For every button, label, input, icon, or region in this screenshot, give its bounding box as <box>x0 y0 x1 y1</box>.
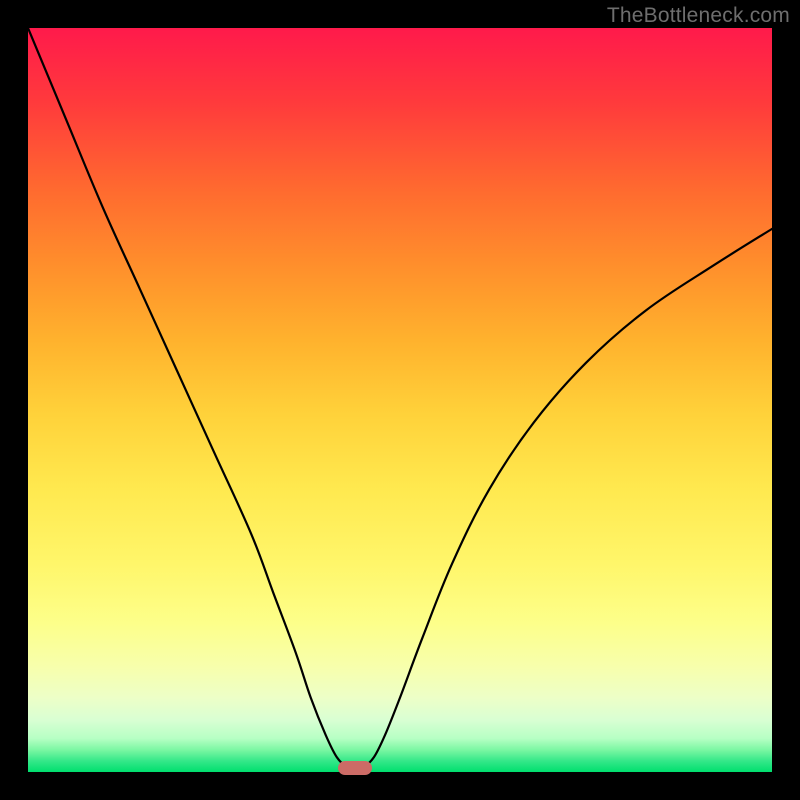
watermark-text: TheBottleneck.com <box>607 4 790 28</box>
plot-area <box>28 28 772 772</box>
curve-svg <box>28 28 772 772</box>
bottleneck-curve-path <box>28 28 772 772</box>
chart-frame: TheBottleneck.com <box>0 0 800 800</box>
minimum-marker <box>338 761 372 775</box>
